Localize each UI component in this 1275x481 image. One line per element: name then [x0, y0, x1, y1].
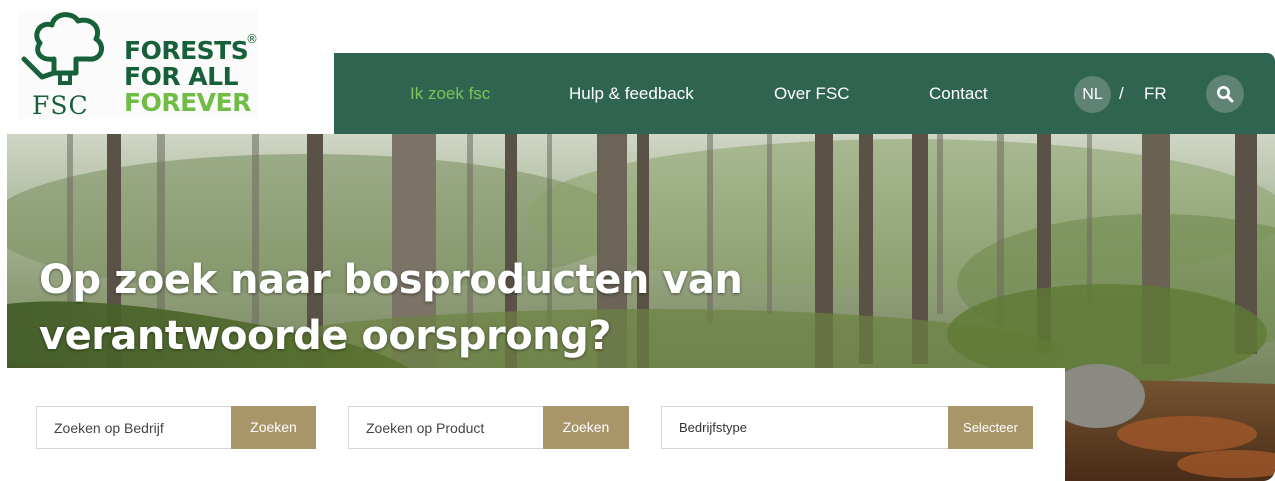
- nav-item-hulp-feedback[interactable]: Hulp & feedback: [569, 84, 694, 104]
- logo-tagline: FORESTS FOR ALL FOREVER: [124, 38, 251, 116]
- search-company-button[interactable]: Zoeken: [231, 406, 316, 449]
- search-product-group: Zoeken: [348, 406, 629, 449]
- company-type-select[interactable]: Bedrijfstype: [661, 406, 948, 449]
- language-separator: /: [1119, 84, 1124, 103]
- hero-heading: Op zoek naar bosproducten van verantwoor…: [39, 252, 743, 364]
- logo-line-2: FOR ALL: [124, 62, 238, 91]
- search-product-input[interactable]: [348, 406, 543, 449]
- fsc-logo[interactable]: FSC FORESTS FOR ALL FOREVER ®: [18, 11, 258, 120]
- logo-line-3: FOREVER: [124, 88, 251, 117]
- nav-item-ik-zoek-fsc[interactable]: Ik zoek fsc: [410, 84, 490, 104]
- company-type-select-button[interactable]: Selecteer: [948, 406, 1033, 449]
- hero-heading-line-1: Op zoek naar bosproducten van: [39, 257, 743, 303]
- logo-line-1: FORESTS: [124, 36, 249, 65]
- language-fr-link[interactable]: FR: [1144, 84, 1167, 104]
- search-icon: [1217, 86, 1234, 103]
- language-nl-button[interactable]: NL: [1074, 76, 1111, 113]
- registered-mark: ®: [246, 32, 258, 46]
- search-company-input[interactable]: [36, 406, 231, 449]
- tree-checkmark-icon: [21, 12, 105, 85]
- hero-heading-line-2: verantwoorde oorsprong?: [39, 313, 612, 359]
- nav-item-over-fsc[interactable]: Over FSC: [774, 84, 850, 104]
- nav-item-contact[interactable]: Contact: [929, 84, 988, 104]
- search-button[interactable]: [1206, 75, 1244, 113]
- search-company-group: Zoeken: [36, 406, 316, 449]
- search-product-button[interactable]: Zoeken: [543, 406, 629, 449]
- company-type-group: Bedrijfstype Selecteer: [661, 406, 1033, 449]
- logo-fsc-text: FSC: [32, 91, 89, 120]
- main-navigation: Ik zoek fsc Hulp & feedback Over FSC Con…: [334, 53, 1275, 134]
- search-panel: Zoeken Zoeken Bedrijfstype Selecteer: [7, 368, 1065, 481]
- page: FSC FORESTS FOR ALL FOREVER ® Ik zoek fs…: [0, 0, 1275, 481]
